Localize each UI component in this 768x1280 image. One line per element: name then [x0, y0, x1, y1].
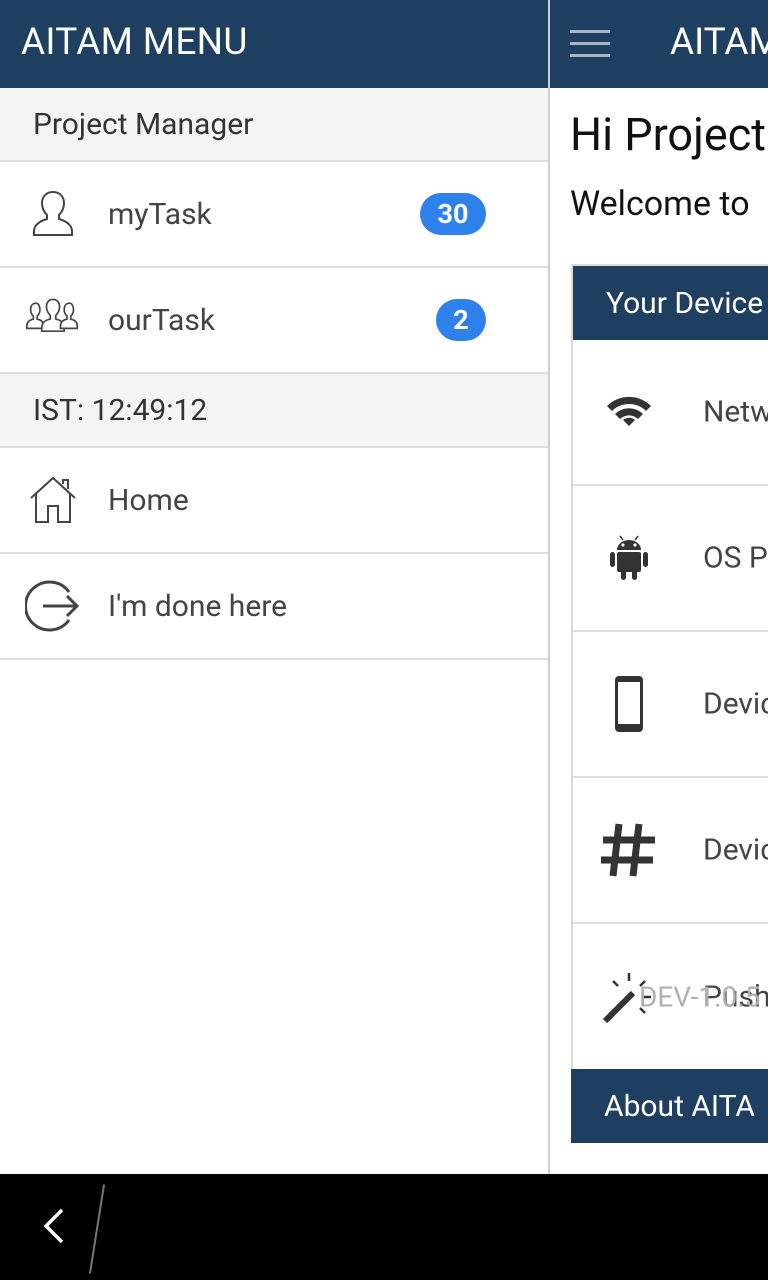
menu-item-mytask[interactable]: myTask 30	[0, 162, 548, 268]
clock-text: IST: 12:49:12	[33, 392, 208, 428]
drawer-title: AITAM MENU	[0, 0, 548, 88]
app-bar: AITAM	[550, 0, 768, 88]
home-icon	[30, 476, 76, 523]
wifi-icon	[607, 396, 651, 426]
device-row-label: Netw	[703, 394, 768, 430]
nav-divider	[88, 1184, 106, 1274]
phone-icon	[615, 676, 643, 732]
device-row-label: Devic	[703, 686, 768, 722]
device-row-device[interactable]: Devic	[573, 632, 768, 778]
task-count-badge: 30	[420, 193, 486, 235]
hamburger-menu-icon[interactable]	[570, 30, 610, 58]
menu-item-label: Home	[108, 482, 189, 518]
menu-item-logout[interactable]: I'm done here	[0, 554, 548, 660]
device-card-header: Your Device	[573, 266, 768, 340]
menu-item-home[interactable]: Home	[0, 448, 548, 554]
device-row-os[interactable]: OS P	[573, 486, 768, 632]
group-icon	[26, 298, 79, 333]
menu-item-ourtask[interactable]: ourTask 2	[0, 268, 548, 374]
menu-item-label: I'm done here	[108, 588, 288, 624]
navigation-drawer: AITAM MENU Project Manager myTask 30 our…	[0, 0, 548, 1174]
device-row-label: Devic	[703, 832, 768, 868]
device-info-card: Your Device Netw OS P Devi Devi Push DEV…	[571, 264, 768, 1072]
greeting-heading: Hi Project	[570, 108, 766, 161]
person-icon	[33, 190, 73, 236]
system-nav-bar	[0, 1174, 768, 1280]
device-row-device-id[interactable]: Devic	[573, 778, 768, 924]
main-content: AITAM Hi Project Welcome to Your Device …	[550, 0, 768, 1174]
android-icon	[610, 535, 648, 580]
welcome-text: Welcome to	[570, 184, 750, 224]
app-screen: AITAM MENU Project Manager myTask 30 our…	[0, 0, 768, 1280]
role-label-text: Project Manager	[33, 106, 254, 142]
device-row-network[interactable]: Netw	[573, 340, 768, 486]
about-card-header: About AITA	[571, 1069, 768, 1143]
menu-item-label: myTask	[108, 196, 212, 232]
hash-icon	[601, 823, 655, 877]
back-arrow-icon[interactable]	[38, 1202, 70, 1250]
version-watermark: DEV-1.0.5	[639, 980, 761, 1014]
clock-label: IST: 12:49:12	[0, 374, 548, 448]
logout-icon	[25, 580, 80, 632]
device-row-push[interactable]: Push DEV-1.0.5	[573, 924, 768, 1070]
task-count-badge: 2	[436, 299, 486, 341]
menu-item-label: ourTask	[108, 302, 216, 338]
app-title: AITAM	[670, 21, 768, 64]
device-row-label: OS P	[703, 540, 768, 576]
role-label: Project Manager	[0, 88, 548, 162]
